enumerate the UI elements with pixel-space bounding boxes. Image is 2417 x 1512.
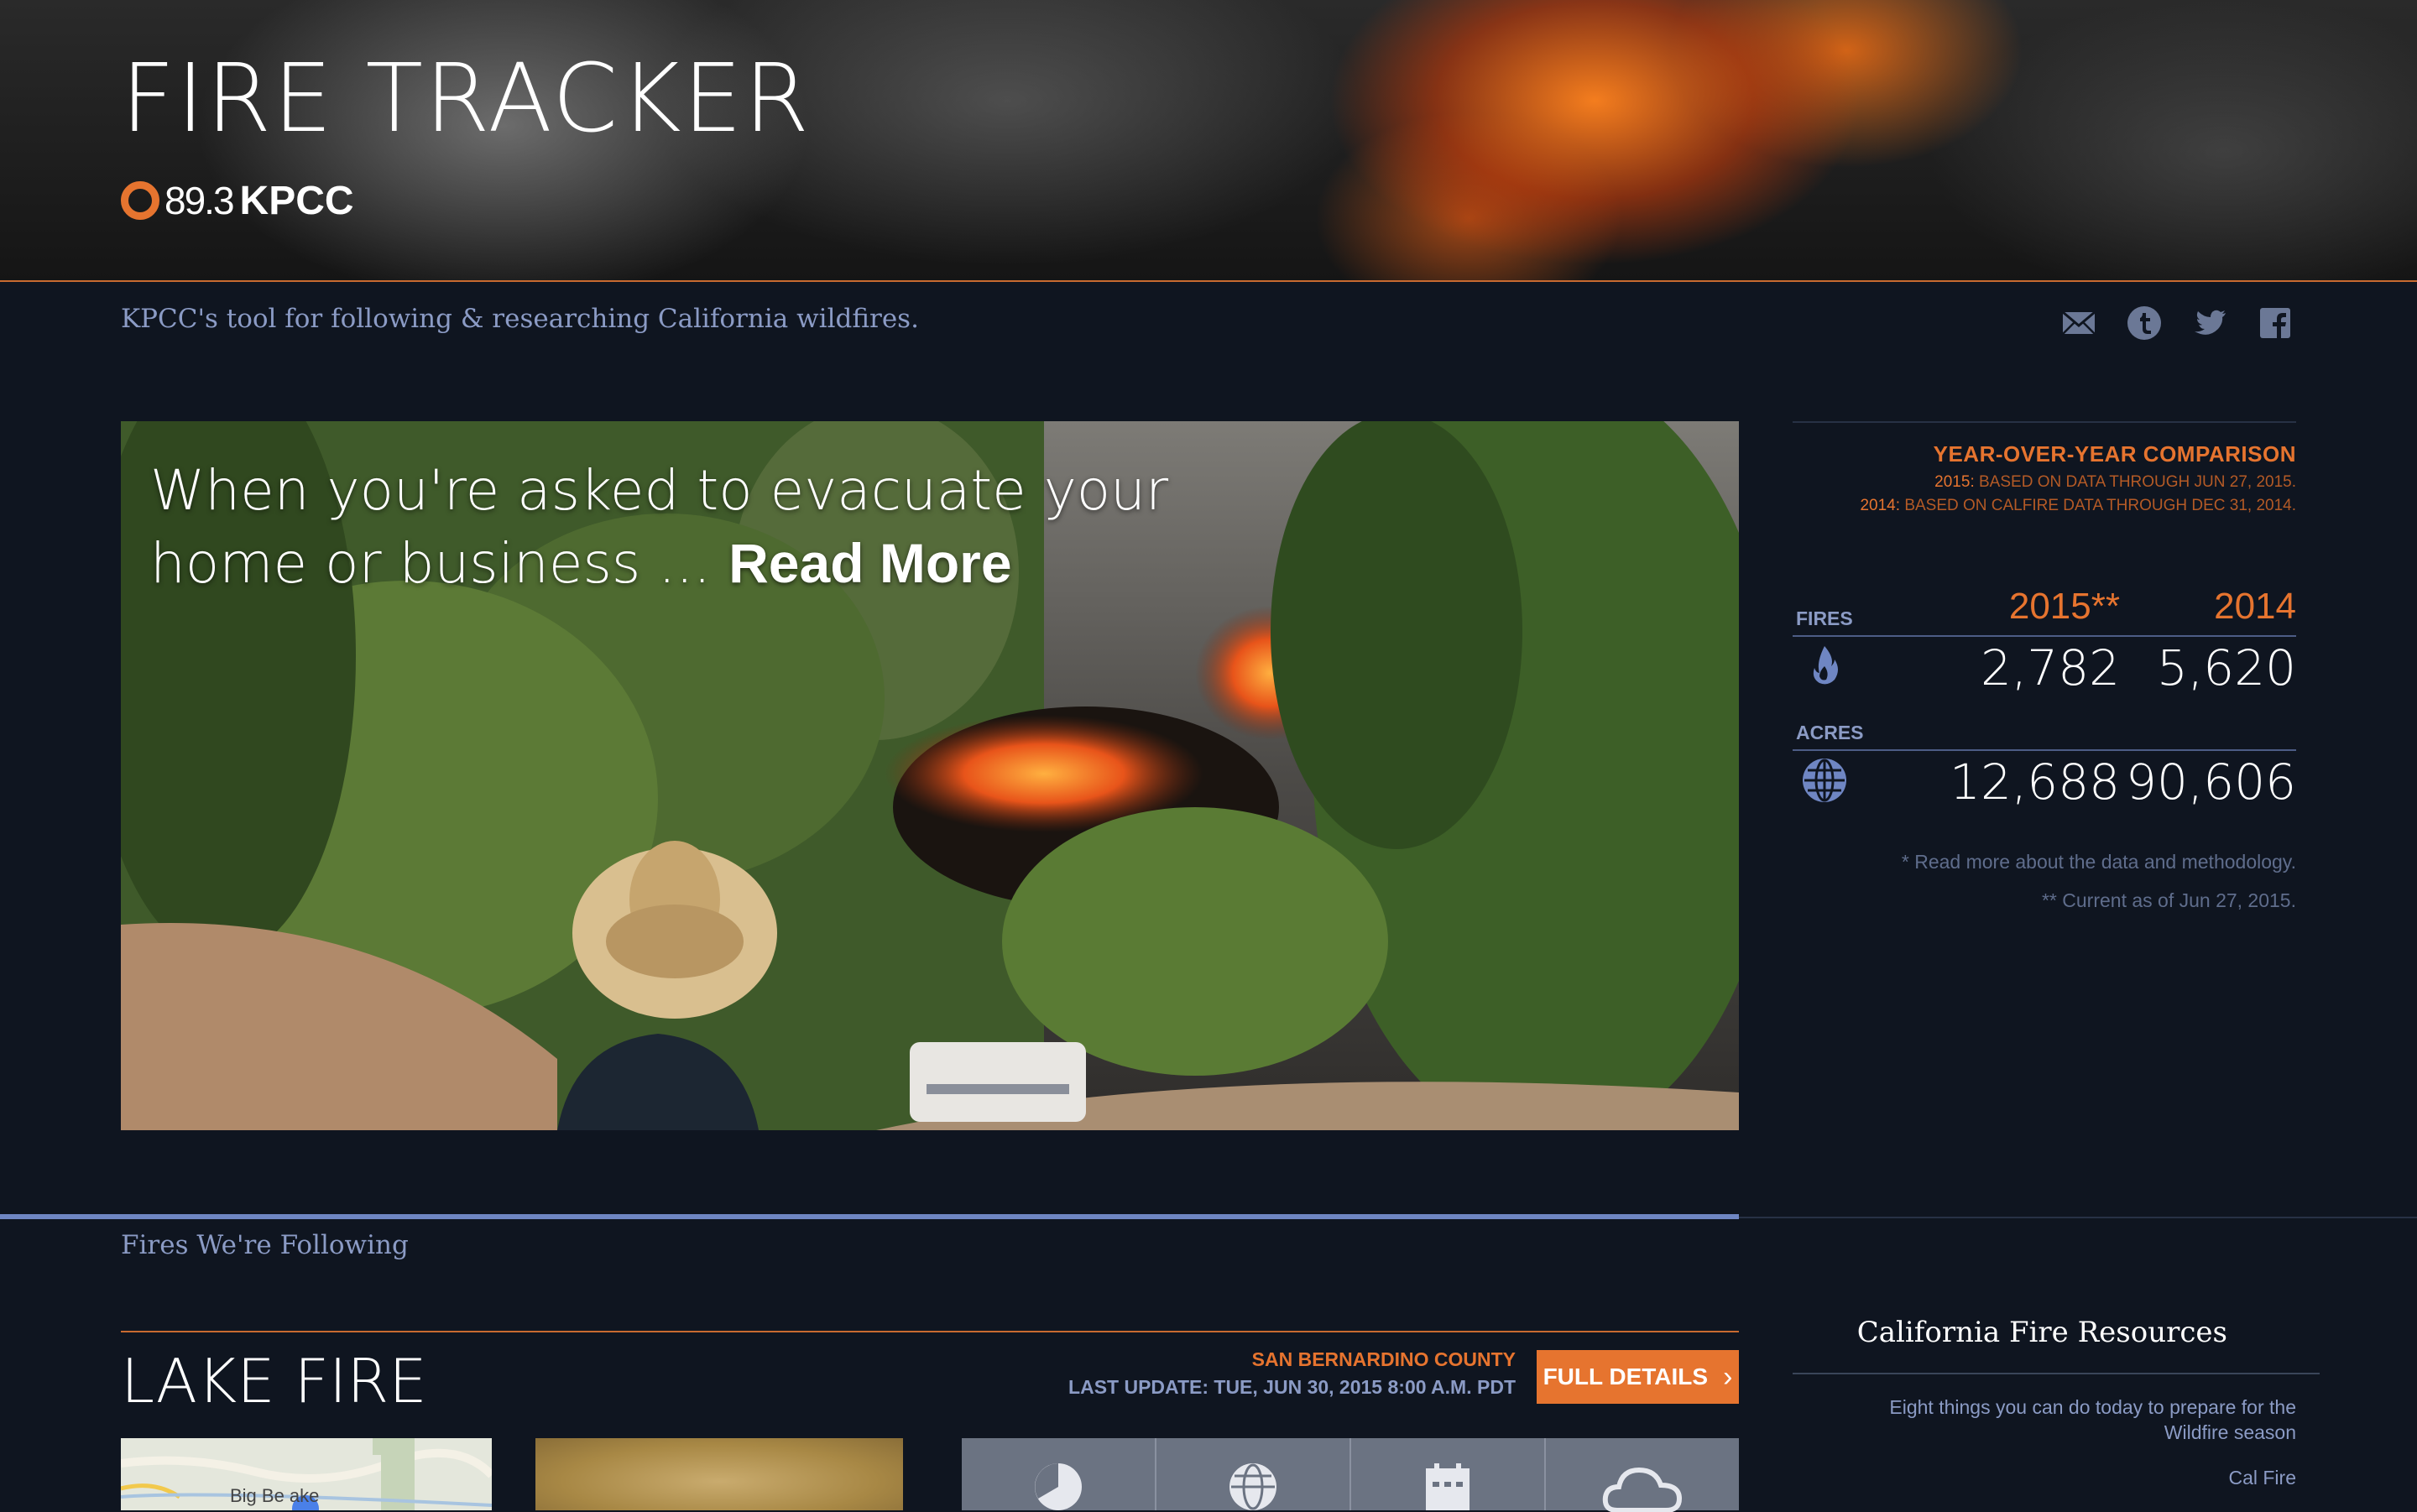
fires-rule xyxy=(1793,635,2296,637)
site-title[interactable]: FIRE TRACKER xyxy=(121,52,811,146)
share-icons xyxy=(2061,305,2293,341)
fires-label: FIRES xyxy=(1796,607,1853,629)
logo-ring-icon xyxy=(121,181,159,220)
full-details-button[interactable]: FULL DETAILS › xyxy=(1537,1350,1739,1404)
acres-2014-value: 90,606 xyxy=(2126,753,2296,811)
globe-icon xyxy=(1229,1463,1276,1510)
globe-icon xyxy=(1803,759,1846,802)
resources-title: California Fire Resources xyxy=(1856,1316,2227,1349)
map-place-label: Big Be ake xyxy=(230,1485,320,1506)
fire-photo-thumbnail[interactable] xyxy=(535,1438,903,1510)
resources-rule xyxy=(1793,1373,2320,1374)
acres-2015-value: 12,688 xyxy=(1950,753,2120,811)
comparison-note-2015: 2015: BASED ON DATA THROUGH JUN 27, 2015… xyxy=(1934,473,2296,492)
flame-icon xyxy=(1813,646,1838,685)
resource-link-cal-fire[interactable]: Cal Fire xyxy=(1826,1465,2296,1490)
email-icon[interactable] xyxy=(2061,305,2096,341)
feature-headline[interactable]: When you're asked to evacuate your home … xyxy=(150,455,1241,600)
facebook-icon[interactable] xyxy=(2258,305,2293,341)
note-2014-text: BASED ON CALFIRE DATA THROUGH DEC 31, 20… xyxy=(1904,497,2296,514)
fire-stat-icons xyxy=(962,1438,1739,1512)
acres-label: ACRES xyxy=(1796,722,1864,743)
note-2015-text: BASED ON DATA THROUGH JUN 27, 2015. xyxy=(1979,473,2296,491)
note-2014-year: 2014: xyxy=(1860,497,1901,514)
read-more-link[interactable]: Read More xyxy=(728,532,1011,594)
pie-chart-icon xyxy=(1035,1463,1082,1510)
comparison-top-rule xyxy=(1793,421,2296,423)
header-banner: FIRE TRACKER 89.3 KPCC xyxy=(0,0,2417,282)
current-as-of-note: ** Current as of Jun 27, 2015. xyxy=(2041,889,2296,911)
calendar-icon xyxy=(1426,1463,1470,1510)
chevron-right-icon: › xyxy=(1723,1360,1733,1393)
comparison-title: YEAR-OVER-YEAR COMPARISON xyxy=(1933,441,2296,467)
tumblr-icon[interactable] xyxy=(2127,305,2162,341)
cloud-icon xyxy=(1602,1467,1683,1512)
column-2014: 2014 xyxy=(2214,586,2296,627)
icon-cell-globe[interactable] xyxy=(1156,1438,1351,1510)
fire-last-update: LAST UPDATE: TUE, JUN 30, 2015 8:00 A.M.… xyxy=(1068,1376,1516,1398)
full-details-label: FULL DETAILS xyxy=(1543,1363,1709,1389)
comparison-note-2014: 2014: BASED ON CALFIRE DATA THROUGH DEC … xyxy=(1860,497,2296,515)
column-2015: 2015** xyxy=(2008,586,2120,627)
feature-headline-text: When you're asked to evacuate your home … xyxy=(150,458,1169,596)
feature-story[interactable]: When you're asked to evacuate your home … xyxy=(121,421,1739,1130)
twitter-icon[interactable] xyxy=(2192,305,2227,341)
fires-following-title: Fires We're Following xyxy=(121,1230,409,1260)
logo-callsign: KPCC xyxy=(239,178,354,223)
fires-2015-value: 2,782 xyxy=(1980,639,2120,696)
fire-map-thumbnail[interactable]: Big Be ake xyxy=(121,1438,492,1510)
fires-2014-value: 5,620 xyxy=(2156,639,2296,696)
fire-rule xyxy=(121,1331,1739,1332)
icon-cell-cloud[interactable] xyxy=(1546,1438,1739,1512)
logo-frequency: 89.3 xyxy=(164,179,235,222)
icon-cell-calendar[interactable] xyxy=(1351,1438,1546,1510)
fire-name[interactable]: LAKE FIRE xyxy=(121,1346,427,1416)
fire-county: SAN BERNARDINO COUNTY xyxy=(1251,1348,1516,1370)
section-divider-accent xyxy=(0,1214,1739,1219)
kpcc-logo[interactable]: 89.3 KPCC xyxy=(121,178,354,223)
year-over-year-comparison: YEAR-OVER-YEAR COMPARISON 2015: BASED ON… xyxy=(1793,421,2296,925)
resource-link-prepare[interactable]: Eight things you can do today to prepare… xyxy=(1826,1395,2296,1445)
methodology-link[interactable]: * Read more about the data and methodolo… xyxy=(1902,851,2296,873)
note-2015-year: 2015: xyxy=(1934,473,1975,491)
acres-rule xyxy=(1793,749,2296,751)
tagline: KPCC's tool for following & researching … xyxy=(121,304,919,334)
icon-cell-pie[interactable] xyxy=(962,1438,1156,1510)
